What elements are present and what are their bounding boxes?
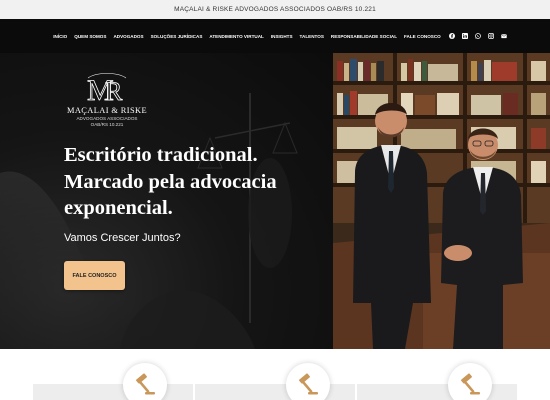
- gavel-icon: [299, 373, 318, 395]
- brand-subtitle: ADVOGADOS ASSOCIADOS: [76, 116, 138, 121]
- hero-headline-line: Marcado pela advocacia: [64, 170, 277, 193]
- email-icon[interactable]: [501, 33, 507, 39]
- top-bar-text: MAÇALAI & RISKE ADVOGADOS ASSOCIADOS OAB…: [174, 6, 376, 13]
- hero-headline: Escritório tradicional. Marcado pela adv…: [64, 142, 334, 222]
- nav-item-solucoes-juridicas[interactable]: SOLUÇÕES JURÍDICAS: [151, 34, 203, 39]
- brand-registration: OAB/RS 10.221: [90, 122, 124, 127]
- hero-section: M R MAÇALAI & RISKE ADVOGADOS ASSOCIADOS…: [0, 53, 550, 349]
- services-section: [0, 349, 550, 400]
- nav-item-advogados[interactable]: ADVOGADOS: [113, 34, 143, 39]
- svg-text:R: R: [105, 77, 123, 105]
- nav-item-fale-conosco[interactable]: FALE CONOSCO: [404, 34, 441, 39]
- hero-background: M R MAÇALAI & RISKE ADVOGADOS ASSOCIADOS…: [0, 53, 333, 349]
- linkedin-icon[interactable]: [461, 33, 468, 39]
- contact-button[interactable]: FALE CONOSCO: [64, 261, 125, 290]
- nav-item-talentos[interactable]: TALENTOS: [300, 34, 324, 39]
- service-card[interactable]: [195, 384, 355, 400]
- nav-item-inicio[interactable]: INÍCIO: [53, 34, 67, 39]
- hero-headline-line: Escritório tradicional.: [64, 144, 258, 166]
- brand-logo[interactable]: M R MAÇALAI & RISKE ADVOGADOS ASSOCIADOS…: [62, 73, 152, 135]
- nav-item-insights[interactable]: INSIGHTS: [271, 34, 293, 39]
- social-links: [448, 33, 507, 39]
- nav-item-quem-somos[interactable]: QUEM SOMOS: [74, 34, 106, 39]
- nav-item-atendimento-virtual[interactable]: ATENDIMENTO VIRTUAL: [209, 34, 263, 39]
- nav-menu: INÍCIO QUEM SOMOS ADVOGADOS SOLUÇÕES JUR…: [53, 34, 441, 39]
- instagram-icon[interactable]: [487, 33, 494, 39]
- gavel-icon: [461, 373, 480, 395]
- lawyers-photo: [333, 53, 550, 349]
- service-card[interactable]: [33, 384, 193, 400]
- service-icon-circle: [448, 363, 492, 400]
- hero-subheadline: Vamos Crescer Juntos?: [64, 232, 181, 244]
- service-card[interactable]: [357, 384, 517, 400]
- main-navigation: INÍCIO QUEM SOMOS ADVOGADOS SOLUÇÕES JUR…: [0, 19, 550, 53]
- facebook-icon[interactable]: [448, 33, 455, 39]
- brand-name: MAÇALAI & RISKE: [67, 106, 147, 115]
- whatsapp-icon[interactable]: [474, 33, 481, 39]
- gavel-icon: [136, 373, 155, 395]
- nav-item-responsabilidade-social[interactable]: RESPONSABILIDADE SOCIAL: [331, 34, 397, 39]
- top-bar: MAÇALAI & RISKE ADVOGADOS ASSOCIADOS OAB…: [0, 0, 550, 19]
- service-icon-circle: [286, 363, 330, 400]
- hero-headline-line: exponencial.: [64, 197, 173, 219]
- service-icon-circle: [123, 363, 167, 400]
- mr-monogram-icon: M R: [87, 73, 127, 105]
